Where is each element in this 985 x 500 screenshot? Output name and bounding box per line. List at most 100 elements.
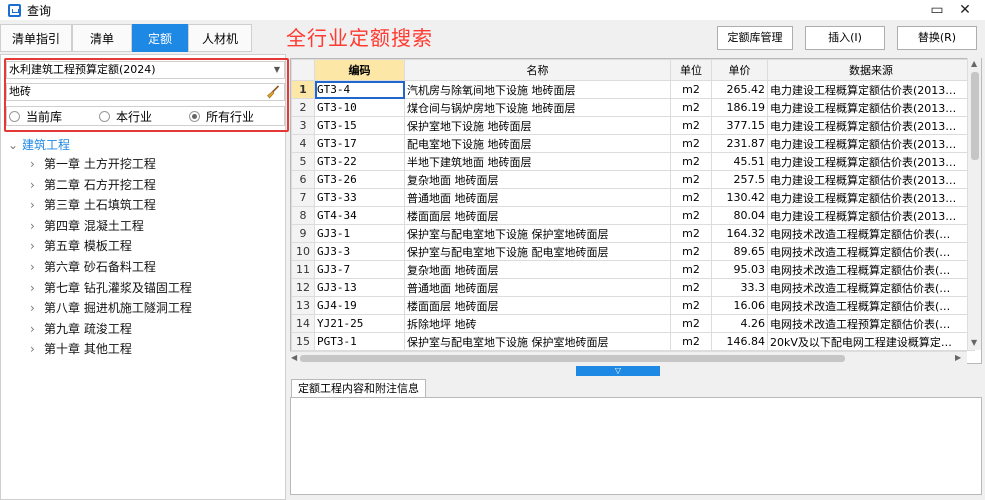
row-number[interactable]: 13	[291, 296, 315, 315]
table-row[interactable]: 3 GT3-15 保护室地下设施 地砖面层 m2 377.15 电力建设工程概算定额估价表…	[291, 116, 975, 135]
row-number[interactable]: 6	[291, 170, 315, 189]
table-row[interactable]: 10 GJ3-3 保护室与配电室地下设施 配电室地砖面层 m2 89.65 电网技术改造工…	[291, 242, 975, 261]
cell-name[interactable]: 楼面面层 地砖面层	[404, 206, 671, 225]
tree-item-chapter[interactable]: › 第二章 石方开挖工程	[30, 176, 156, 193]
cell-unit[interactable]: m2	[670, 296, 712, 315]
cell-price[interactable]: 377.15	[711, 116, 768, 135]
cell-price[interactable]: 80.04	[711, 206, 768, 225]
row-number[interactable]: 9	[291, 224, 315, 243]
chevron-right-icon[interactable]: ›	[30, 260, 44, 274]
cell-code[interactable]: GJ3-1	[314, 224, 405, 243]
cell-source[interactable]: 电网技术改造工程概算定额估价表(…	[767, 260, 975, 279]
chevron-right-icon[interactable]: ›	[30, 239, 44, 253]
manage-library-button[interactable]: 定额库管理	[717, 26, 793, 50]
cell-unit[interactable]: m2	[670, 116, 712, 135]
cell-price[interactable]: 45.51	[711, 152, 768, 171]
tree-item-chapter[interactable]: › 第三章 土石填筑工程	[30, 196, 156, 213]
cell-code[interactable]: GT3-15	[314, 116, 405, 135]
row-number[interactable]: 15	[291, 332, 315, 351]
cell-unit[interactable]: m2	[670, 152, 712, 171]
tab-quota-info[interactable]: 定额工程内容和附注信息	[291, 379, 426, 398]
cell-code[interactable]: GJ3-3	[314, 242, 405, 261]
cell-unit[interactable]: m2	[670, 224, 712, 243]
tree-item-chapter[interactable]: › 第五章 模板工程	[30, 237, 132, 254]
scroll-right-icon[interactable]: ▶	[955, 353, 961, 362]
cell-price[interactable]: 265.42	[711, 80, 768, 99]
chevron-right-icon[interactable]: ›	[30, 219, 44, 233]
cell-source[interactable]: 电力建设工程概算定额估价表(2013…	[767, 134, 975, 153]
tab-quota[interactable]: 定额	[132, 24, 188, 52]
col-header-unit[interactable]: 单位	[670, 59, 712, 81]
cell-name[interactable]: 拆除地坪 地砖	[404, 314, 671, 333]
col-header-code[interactable]: 编码	[314, 59, 405, 81]
tree-item-chapter[interactable]: › 第九章 疏浚工程	[30, 320, 132, 337]
cell-unit[interactable]: m2	[670, 260, 712, 279]
cell-code[interactable]: GT3-4	[314, 80, 405, 99]
cell-unit[interactable]: m2	[670, 170, 712, 189]
cell-unit[interactable]: m2	[670, 242, 712, 261]
cell-code[interactable]: GT3-26	[314, 170, 405, 189]
cell-code[interactable]: GJ4-19	[314, 296, 405, 315]
cell-unit[interactable]: m2	[670, 98, 712, 117]
cell-price[interactable]: 164.32	[711, 224, 768, 243]
row-number[interactable]: 2	[291, 98, 315, 117]
table-row[interactable]: 5 GT3-22 半地下建筑地面 地砖面层 m2 45.51 电力建设工程概算定额估价表(…	[291, 152, 975, 171]
col-header-source[interactable]: 数据来源	[767, 59, 975, 81]
col-header-name[interactable]: 名称	[404, 59, 671, 81]
row-number[interactable]: 11	[291, 260, 315, 279]
insert-button[interactable]: 插入(I)	[805, 26, 885, 50]
vertical-scroll-thumb[interactable]	[971, 72, 979, 160]
tree-item-chapter[interactable]: › 第一章 土方开挖工程	[30, 155, 156, 172]
cell-code[interactable]: GT4-34	[314, 206, 405, 225]
row-number[interactable]: 3	[291, 116, 315, 135]
scroll-up-icon[interactable]: ▲	[971, 59, 977, 68]
cell-code[interactable]: GJ3-7	[314, 260, 405, 279]
table-row[interactable]: 13 GJ4-19 楼面面层 地砖面层 m2 16.06 电网技术改造工程概算定额估价表(…	[291, 296, 975, 315]
chevron-down-icon[interactable]: ⌄	[8, 138, 22, 152]
table-row[interactable]: 8 GT4-34 楼面面层 地砖面层 m2 80.04 电力建设工程概算定额估价表(201…	[291, 206, 975, 225]
cell-code[interactable]: GT3-33	[314, 188, 405, 207]
tree-item-chapter[interactable]: › 第四章 混凝土工程	[30, 217, 144, 234]
cell-name[interactable]: 保护室与配电室地下设施 配电室地砖面层	[404, 242, 671, 261]
table-row[interactable]: 11 GJ3-7 复杂地面 地砖面层 m2 95.03 电网技术改造工程概算定额估价表(…	[291, 260, 975, 279]
col-header-price[interactable]: 单价	[711, 59, 768, 81]
cell-name[interactable]: 楼面面层 地砖面层	[404, 296, 671, 315]
cell-price[interactable]: 33.3	[711, 278, 768, 297]
cell-price[interactable]: 95.03	[711, 260, 768, 279]
table-row[interactable]: 9 GJ3-1 保护室与配电室地下设施 保护室地砖面层 m2 164.32 电网技术改造工…	[291, 224, 975, 243]
cell-source[interactable]: 电网技术改造工程预算定额估价表(…	[767, 314, 975, 333]
row-number[interactable]: 8	[291, 206, 315, 225]
cell-name[interactable]: 普通地面 地砖面层	[404, 278, 671, 297]
cell-price[interactable]: 130.42	[711, 188, 768, 207]
tab-bill[interactable]: 清单	[72, 24, 132, 52]
tab-materials[interactable]: 人材机	[188, 24, 252, 52]
cell-unit[interactable]: m2	[670, 206, 712, 225]
cell-price[interactable]: 146.84	[711, 332, 768, 351]
chevron-right-icon[interactable]: ›	[30, 281, 44, 295]
chevron-right-icon[interactable]: ›	[30, 342, 44, 356]
close-button[interactable]: ✕	[953, 0, 977, 20]
cell-name[interactable]: 复杂地面 地砖面层	[404, 170, 671, 189]
cell-source[interactable]: 电力建设工程概算定额估价表(2013…	[767, 206, 975, 225]
chevron-right-icon[interactable]: ›	[30, 198, 44, 212]
table-row[interactable]: 6 GT3-26 复杂地面 地砖面层 m2 257.5 电力建设工程概算定额估价表(201…	[291, 170, 975, 189]
panel-splitter-handle[interactable]: ▽	[576, 366, 660, 376]
cell-source[interactable]: 20kV及以下配电网工程建设概算定…	[767, 332, 975, 351]
cell-price[interactable]: 186.19	[711, 98, 768, 117]
cell-unit[interactable]: m2	[670, 278, 712, 297]
cell-name[interactable]: 普通地面 地砖面层	[404, 188, 671, 207]
cell-source[interactable]: 电力建设工程概算定额估价表(2013…	[767, 80, 975, 99]
row-number[interactable]: 1	[291, 80, 315, 99]
table-row[interactable]: 4 GT3-17 配电室地下设施 地砖面层 m2 231.87 电力建设工程概算定额估价表…	[291, 134, 975, 153]
chevron-right-icon[interactable]: ›	[30, 322, 44, 336]
tree-item-chapter[interactable]: › 第六章 砂石备料工程	[30, 258, 156, 275]
cell-code[interactable]: YJ21-25	[314, 314, 405, 333]
cell-source[interactable]: 电网技术改造工程概算定额估价表(…	[767, 242, 975, 261]
table-row[interactable]: 2 GT3-10 煤仓间与锅炉房地下设施 地砖面层 m2 186.19 电力建设工程概算定…	[291, 98, 975, 117]
cell-code[interactable]: GT3-10	[314, 98, 405, 117]
cell-source[interactable]: 电网技术改造工程概算定额估价表(…	[767, 224, 975, 243]
row-number[interactable]: 4	[291, 134, 315, 153]
chevron-right-icon[interactable]: ›	[30, 157, 44, 171]
maximize-button[interactable]: ▭	[925, 0, 949, 20]
horizontal-scroll-thumb[interactable]	[300, 355, 845, 362]
